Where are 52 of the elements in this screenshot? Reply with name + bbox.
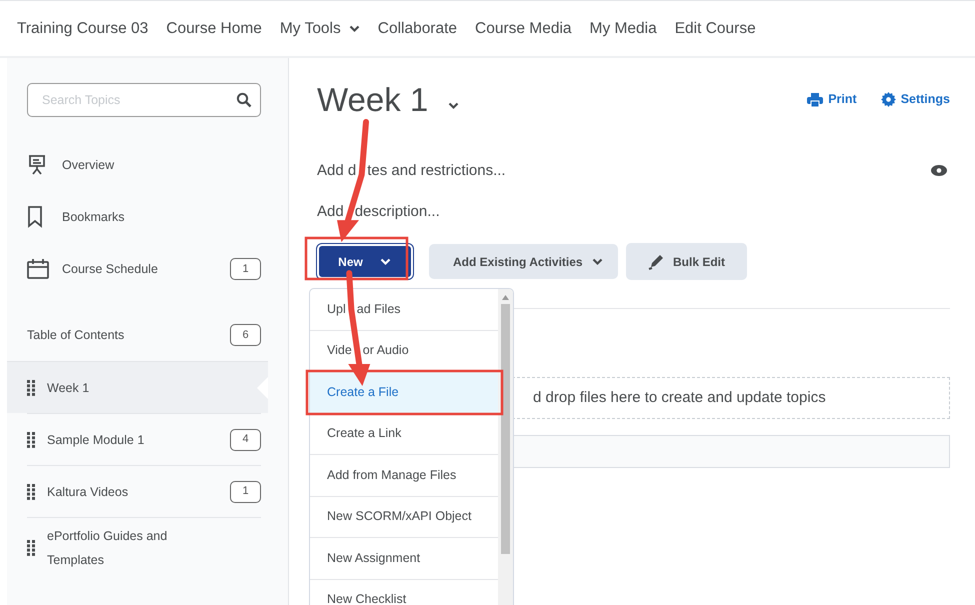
dropdown-button[interactable]: Add Existing Activities [429, 244, 618, 280]
nav-link[interactable]: Course Media [475, 16, 572, 40]
drag-handle-icon [27, 432, 35, 448]
nav-link[interactable]: Course Home [166, 16, 262, 40]
scroll-up-icon[interactable] [502, 295, 509, 300]
nav-link[interactable]: Training Course 03 [17, 16, 148, 40]
nav-link[interactable]: Collaborate [378, 16, 458, 40]
sidebar-link[interactable]: Overview [62, 156, 114, 174]
nav-link[interactable]: My Tools [280, 16, 360, 40]
scroll-thumb[interactable] [501, 304, 510, 554]
search-input[interactable]: Search Topics [40, 90, 236, 110]
dropzone-text: d drop files here to create and update topics [533, 388, 826, 408]
module-title: ePortfolio Guides and Templates [47, 528, 168, 569]
drag-handle-icon [27, 540, 35, 556]
calendar-icon [27, 259, 49, 279]
printer-icon [807, 92, 824, 107]
sidebar-link[interactable]: Bookmarks [62, 208, 125, 226]
pencil-icon [648, 253, 665, 270]
nav-link[interactable]: Edit Course [674, 16, 756, 40]
scrollbar[interactable] [498, 289, 513, 605]
new-button[interactable]: New [317, 244, 413, 280]
search-field[interactable]: Search Topics [27, 83, 261, 117]
count-badge: 6 [230, 324, 261, 346]
menu-item[interactable]: Create a File [310, 372, 498, 414]
nav-link[interactable]: My Media [590, 16, 657, 40]
count-badge: 1 [230, 258, 261, 280]
caret-icon [348, 24, 360, 32]
module-title: Sample Module 1 [47, 432, 144, 449]
caret-icon [448, 102, 460, 110]
module-title: Kaltura Videos [47, 484, 128, 500]
page-title: Week 1 [317, 80, 428, 120]
gear-icon [880, 92, 896, 108]
sidebar-link[interactable]: Course Schedule [62, 260, 158, 278]
search-icon [236, 92, 252, 108]
bulk-edit-button[interactable]: Bulk Edit [626, 243, 747, 280]
eye-icon [931, 165, 947, 176]
drag-handle-icon [27, 380, 35, 396]
module-item[interactable]: Kaltura Videos 1 [27, 465, 261, 517]
dates-link[interactable]: Add d tes and restrictions... [317, 160, 506, 182]
caret-icon [378, 258, 392, 266]
module-item[interactable]: Sample Module 1 4 [27, 413, 261, 465]
module-item[interactable]: ePortfolio Guides and Templates [27, 517, 261, 578]
count-badge: 1 [230, 480, 261, 502]
module-item[interactable]: Week 1 [7, 361, 268, 413]
toolbar-link[interactable]: Settings [880, 90, 950, 110]
count-badge: 4 [230, 428, 261, 450]
drag-handle-icon [27, 484, 35, 500]
toc-heading[interactable]: Table of Contents [27, 326, 124, 344]
module-title: Week 1 [47, 380, 90, 396]
description-link[interactable]: Add description... [317, 203, 440, 220]
caret-icon [590, 258, 604, 266]
toolbar-link[interactable]: Print [807, 90, 857, 110]
